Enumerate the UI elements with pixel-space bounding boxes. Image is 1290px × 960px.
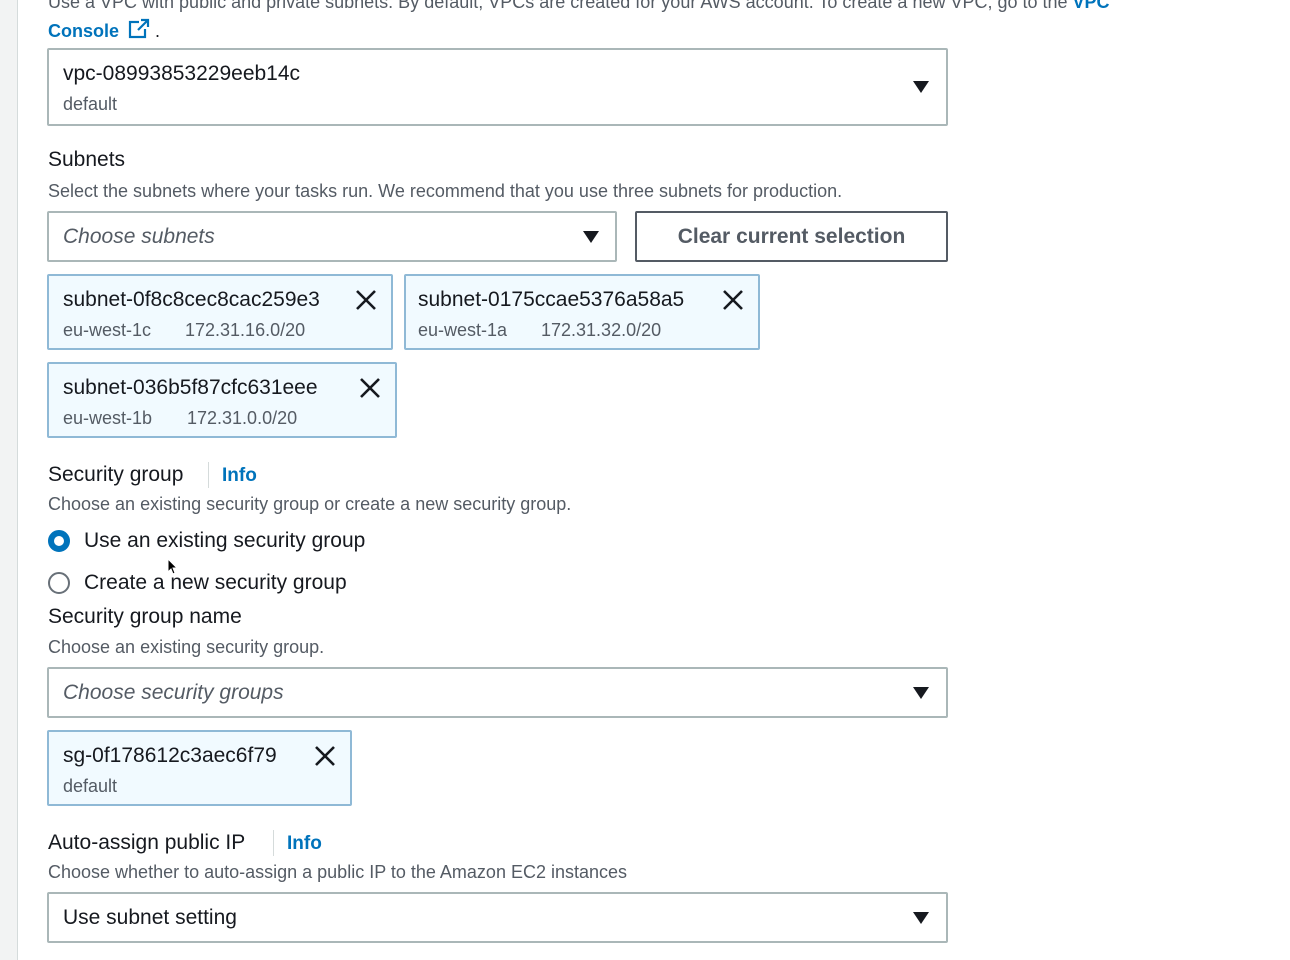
security-group-label: Security group bbox=[48, 463, 184, 486]
vpc-description: Use a VPC with public and private subnet… bbox=[48, 0, 1288, 13]
subnet-token: subnet-0175ccae5376a58a5 eu-west-1a 172.… bbox=[404, 274, 760, 350]
subnet-token-az: eu-west-1a bbox=[418, 320, 508, 340]
caret-down-icon bbox=[913, 687, 929, 699]
security-group-name-label: Security group name bbox=[48, 605, 242, 628]
remove-token-icon[interactable] bbox=[357, 375, 383, 401]
radio-use-existing-label[interactable]: Use an existing security group bbox=[84, 529, 365, 553]
public-ip-info-link[interactable]: Info bbox=[287, 833, 322, 855]
security-group-token-sub: default bbox=[63, 776, 118, 796]
mouse-cursor-icon bbox=[167, 557, 179, 581]
clear-selection-button[interactable]: Clear current selection bbox=[635, 211, 948, 262]
public-ip-value: Use subnet setting bbox=[63, 906, 237, 929]
label-separator bbox=[273, 830, 274, 856]
label-separator bbox=[208, 462, 209, 488]
subnet-token: subnet-036b5f87cfc631eee eu-west-1b 172.… bbox=[47, 362, 397, 438]
radio-create-new-label[interactable]: Create a new security group bbox=[84, 571, 347, 595]
caret-down-icon bbox=[583, 231, 599, 243]
security-group-token-id: sg-0f178612c3aec6f79 bbox=[63, 744, 277, 767]
radio-create-new[interactable] bbox=[48, 572, 70, 594]
caret-down-icon bbox=[913, 81, 929, 93]
vpc-console-link-part1[interactable]: VPC bbox=[1073, 0, 1110, 12]
subnet-token-cidr: 172.31.0.0/20 bbox=[187, 408, 298, 428]
security-group-info-link[interactable]: Info bbox=[222, 465, 257, 487]
subnet-token-cidr: 172.31.16.0/20 bbox=[185, 320, 306, 340]
subnet-token-az: eu-west-1c bbox=[63, 320, 152, 340]
public-ip-label: Auto-assign public IP bbox=[48, 831, 246, 854]
subnet-token-id: subnet-036b5f87cfc631eee bbox=[63, 376, 318, 399]
public-ip-description: Choose whether to auto-assign a public I… bbox=[48, 862, 628, 882]
remove-token-icon[interactable] bbox=[312, 743, 338, 769]
security-groups-select[interactable]: Choose security groups bbox=[47, 667, 948, 718]
subnets-placeholder: Choose subnets bbox=[63, 225, 215, 248]
subnet-token-cidr: 172.31.32.0/20 bbox=[541, 320, 662, 340]
vpc-description-suffix: . bbox=[155, 21, 161, 41]
radio-use-existing[interactable] bbox=[48, 530, 70, 552]
security-groups-placeholder: Choose security groups bbox=[63, 681, 284, 704]
public-ip-select[interactable]: Use subnet setting bbox=[47, 892, 948, 943]
vpc-console-link[interactable]: Console bbox=[48, 21, 119, 41]
security-group-name-description: Choose an existing security group. bbox=[48, 637, 325, 657]
vpc-select[interactable]: vpc-08993853229eeb14c default bbox=[47, 48, 948, 126]
security-group-token: sg-0f178612c3aec6f79 default bbox=[47, 730, 352, 806]
subnet-token-az: eu-west-1b bbox=[63, 408, 153, 428]
remove-token-icon[interactable] bbox=[353, 287, 379, 313]
vpc-description-text: Use a VPC with public and private subnet… bbox=[48, 0, 1068, 12]
vpc-selected-id: vpc-08993853229eeb14c bbox=[63, 62, 301, 85]
subnets-description: Select the subnets where your tasks run.… bbox=[48, 181, 843, 201]
subnet-token-id: subnet-0175ccae5376a58a5 bbox=[418, 288, 685, 311]
subnet-token: subnet-0f8c8cec8cac259e3 eu-west-1c 172.… bbox=[47, 274, 393, 350]
external-link-icon[interactable] bbox=[128, 18, 150, 45]
vpc-selected-sub: default bbox=[63, 94, 118, 114]
caret-down-icon bbox=[913, 912, 929, 924]
vpc-console-link-row: Console . bbox=[48, 18, 160, 45]
remove-token-icon[interactable] bbox=[720, 287, 746, 313]
security-group-description: Choose an existing security group or cre… bbox=[48, 494, 572, 514]
subnets-select[interactable]: Choose subnets bbox=[47, 211, 617, 262]
subnet-token-id: subnet-0f8c8cec8cac259e3 bbox=[63, 288, 320, 311]
subnets-label: Subnets bbox=[48, 148, 126, 171]
